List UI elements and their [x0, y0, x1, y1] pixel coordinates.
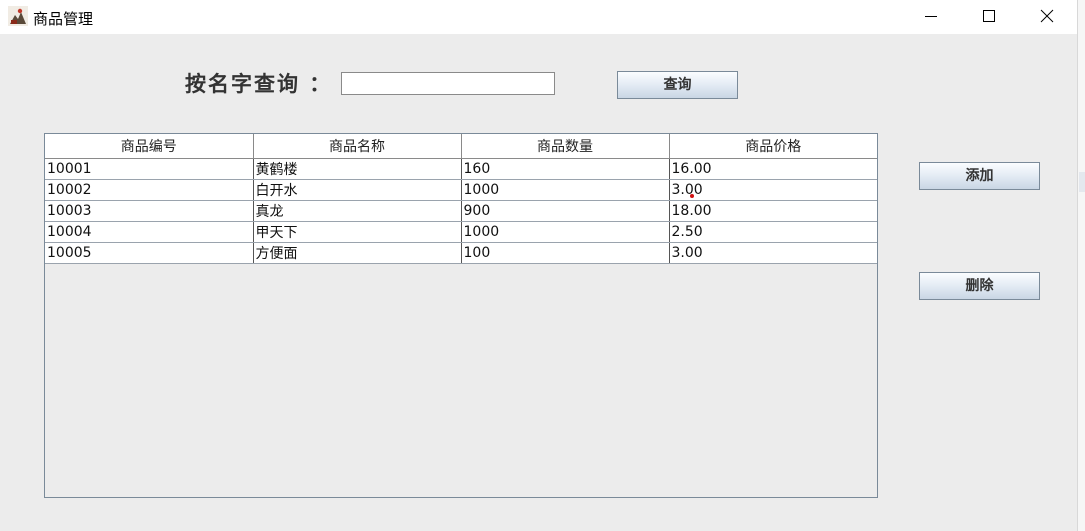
column-header-id[interactable]: 商品编号 — [45, 134, 254, 159]
table-row[interactable]: 10004 甲天下 1000 2.50 — [45, 221, 877, 243]
minimize-button[interactable] — [902, 0, 960, 32]
cell-name[interactable]: 甲天下 — [253, 221, 462, 243]
cell-id[interactable]: 10001 — [45, 158, 254, 180]
cell-quantity[interactable]: 1000 — [461, 221, 670, 243]
title-bar: 商品管理 — [0, 0, 1077, 34]
cell-price[interactable]: 16.00 — [669, 158, 877, 180]
table-header-row: 商品编号 商品名称 商品数量 商品价格 — [45, 134, 877, 159]
table-row[interactable]: 10005 方便面 100 3.00 — [45, 242, 877, 264]
cell-price[interactable]: 3.00 — [669, 242, 877, 264]
background-window-edge — [1077, 0, 1085, 531]
table-row[interactable]: 10003 真龙 900 18.00 — [45, 200, 877, 222]
cell-id[interactable]: 10004 — [45, 221, 254, 243]
cell-name[interactable]: 方便面 — [253, 242, 462, 264]
mouse-cursor-dot — [690, 194, 694, 198]
column-header-quantity[interactable]: 商品数量 — [461, 134, 670, 159]
cell-id[interactable]: 10002 — [45, 179, 254, 201]
product-grid: 商品编号 商品名称 商品数量 商品价格 10001 黄鹤楼 160 16.00 … — [45, 134, 877, 264]
window-title: 商品管理 — [33, 10, 94, 28]
maximize-button[interactable] — [960, 0, 1018, 32]
cell-quantity[interactable]: 900 — [461, 200, 670, 222]
cell-price[interactable]: 3.00 — [669, 179, 877, 201]
main-panel: 按名字查询 ： 查询 商品编号 商品名称 商品数量 商品价格 10001 黄鹤楼 — [0, 34, 1077, 531]
cell-name[interactable]: 白开水 — [253, 179, 462, 201]
cell-id[interactable]: 10003 — [45, 200, 254, 222]
column-header-price[interactable]: 商品价格 — [669, 134, 877, 159]
cell-quantity[interactable]: 160 — [461, 158, 670, 180]
cell-quantity[interactable]: 1000 — [461, 179, 670, 201]
query-button[interactable]: 查询 — [617, 71, 738, 99]
minimize-icon — [925, 16, 937, 17]
table-row[interactable]: 10001 黄鹤楼 160 16.00 — [45, 158, 877, 180]
cell-quantity[interactable]: 100 — [461, 242, 670, 264]
app-window: 商品管理 按名字查询 ： 查询 商品编号 商品名称 商品数量 商品价格 1000… — [0, 0, 1077, 531]
cell-name[interactable]: 真龙 — [253, 200, 462, 222]
cell-name[interactable]: 黄鹤楼 — [253, 158, 462, 180]
background-window-highlight — [1079, 172, 1085, 192]
app-icon — [8, 6, 28, 26]
product-table: 商品编号 商品名称 商品数量 商品价格 10001 黄鹤楼 160 16.00 … — [44, 133, 878, 498]
close-button[interactable] — [1018, 0, 1076, 32]
table-row[interactable]: 10002 白开水 1000 3.00 — [45, 179, 877, 201]
cell-id[interactable]: 10005 — [45, 242, 254, 264]
add-button[interactable]: 添加 — [919, 162, 1040, 190]
cell-price[interactable]: 18.00 — [669, 200, 877, 222]
column-header-name[interactable]: 商品名称 — [253, 134, 462, 159]
search-input[interactable] — [341, 72, 555, 95]
cell-price[interactable]: 2.50 — [669, 221, 877, 243]
close-icon — [1040, 9, 1054, 23]
maximize-icon — [983, 10, 995, 22]
delete-button[interactable]: 删除 — [919, 272, 1040, 300]
search-label: 按名字查询 ： — [185, 71, 333, 96]
